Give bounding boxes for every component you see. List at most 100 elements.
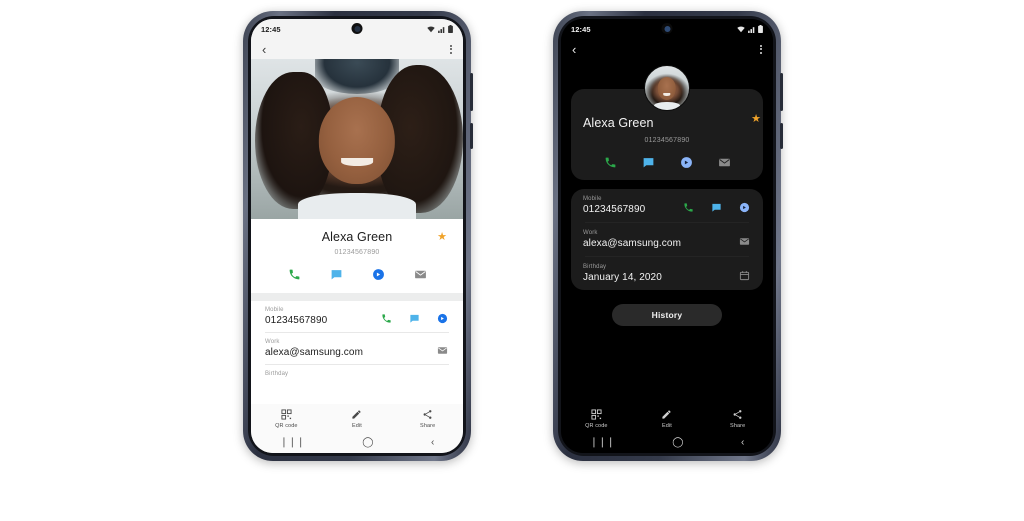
detail-value: 01234567890 [583, 204, 646, 215]
toolbar-qr-code[interactable]: QR code [574, 409, 618, 429]
message-action-icon[interactable] [641, 155, 655, 169]
side-button-volume[interactable] [780, 73, 783, 111]
front-camera-icon [661, 23, 673, 34]
battery-icon [758, 25, 763, 33]
detail-label: Mobile [265, 307, 284, 313]
dark-content: Alexa Green ★ 01234567890 Mobile 0123456… [561, 65, 773, 326]
call-action-icon[interactable] [287, 267, 301, 281]
more-options-icon[interactable] [760, 44, 762, 54]
video-call-action-icon[interactable] [371, 267, 385, 281]
quick-actions [583, 155, 751, 169]
detail-label: Work [265, 339, 280, 345]
status-bar: 12:45 [561, 19, 773, 39]
history-button[interactable]: History [611, 304, 723, 326]
calendar-icon[interactable] [737, 268, 751, 282]
detail-row-work-email[interactable]: Work alexa@samsung.com [251, 333, 463, 364]
front-camera-icon [351, 23, 363, 34]
scene: 12:45 ‹ Alexa Green ★ 01234567890 Mobile… [0, 0, 1024, 521]
call-action-icon[interactable] [603, 155, 617, 169]
recents-button[interactable]: ❘❘❘ [280, 438, 305, 448]
message-icon[interactable] [709, 200, 723, 214]
contact-toolbar: QR code Edit Share [561, 404, 773, 433]
wifi-icon [737, 26, 745, 32]
toolbar-label: QR code [585, 423, 608, 429]
home-button[interactable]: ◯ [362, 438, 373, 448]
bottom-bar: QR code Edit Share ❘❘❘ ◯ ‹ [251, 404, 463, 453]
app-bar: ‹ [251, 39, 463, 59]
contact-number: 01234567890 [644, 137, 690, 144]
toolbar-label: Edit [352, 423, 362, 429]
detail-label: Birthday [583, 264, 607, 270]
call-icon[interactable] [379, 311, 393, 325]
status-icons [737, 25, 763, 33]
dark-phone-screen: 12:45 ‹ Alexa Green ★ 01234567890 Mobile… [561, 19, 773, 453]
email-action-icon[interactable] [717, 155, 731, 169]
wifi-icon [427, 26, 435, 32]
side-button-power[interactable] [780, 123, 783, 149]
share-icon [733, 410, 742, 419]
toolbar-label: Share [420, 423, 436, 429]
side-button-volume[interactable] [470, 73, 473, 111]
home-button[interactable]: ◯ [672, 438, 683, 448]
favorite-star-icon[interactable]: ★ [437, 231, 447, 243]
recents-button[interactable]: ❘❘❘ [590, 438, 615, 448]
contact-summary-card: Alexa Green ★ 01234567890 [251, 219, 463, 293]
side-button-power[interactable] [470, 123, 473, 149]
detail-label: Work [583, 230, 598, 236]
message-action-icon[interactable] [329, 267, 343, 281]
contact-photo [251, 59, 463, 219]
contact-number: 01234567890 [334, 249, 380, 256]
toolbar-label: QR code [275, 423, 298, 429]
share-icon [423, 410, 432, 419]
bottom-bar: QR code Edit Share ❘❘❘ ◯ ‹ [561, 404, 773, 453]
light-phone-screen: 12:45 ‹ Alexa Green ★ 01234567890 Mobile… [251, 19, 463, 453]
back-button[interactable]: ‹ [741, 438, 744, 448]
detail-row-work-email[interactable]: Work alexa@samsung.com [571, 223, 763, 256]
email-icon[interactable] [737, 234, 751, 248]
favorite-star-icon[interactable]: ★ [751, 114, 761, 125]
call-icon[interactable] [681, 200, 695, 214]
contact-name: Alexa Green [583, 116, 654, 130]
toolbar-share[interactable]: Share [406, 409, 450, 429]
email-icon[interactable] [435, 343, 449, 357]
status-time: 12:45 [571, 24, 591, 34]
toolbar-edit[interactable]: Edit [645, 409, 689, 429]
toolbar-qr-code[interactable]: QR code [264, 409, 308, 429]
toolbar-share[interactable]: Share [716, 409, 760, 429]
android-nav-bar: ❘❘❘ ◯ ‹ [561, 433, 773, 453]
pencil-icon [352, 410, 362, 419]
detail-value: 01234567890 [265, 315, 328, 326]
detail-value: alexa@samsung.com [265, 347, 364, 358]
video-call-action-icon[interactable] [679, 155, 693, 169]
back-arrow-icon[interactable]: ‹ [572, 43, 576, 56]
dark-phone: 12:45 ‹ Alexa Green ★ 01234567890 Mobile… [553, 11, 783, 461]
back-arrow-icon[interactable]: ‹ [262, 43, 266, 56]
qr-code-icon [591, 409, 602, 420]
battery-icon [448, 25, 453, 33]
video-call-icon[interactable] [737, 200, 751, 214]
contact-details-list: Mobile 01234567890 Work alexa@samsung.co… [571, 189, 763, 290]
detail-label: Birthday [265, 371, 289, 377]
qr-code-icon [281, 409, 292, 420]
contact-toolbar: QR code Edit Share [251, 404, 463, 433]
contact-name-row: Alexa Green ★ [583, 114, 761, 132]
detail-value: alexa@samsung.com [583, 238, 682, 249]
section-divider [251, 293, 463, 301]
video-call-icon[interactable] [435, 311, 449, 325]
detail-row-birthday[interactable]: Birthday [251, 365, 463, 383]
pencil-icon [662, 410, 672, 419]
detail-row-mobile[interactable]: Mobile 01234567890 [251, 301, 463, 332]
detail-row-birthday[interactable]: Birthday January 14, 2020 [571, 257, 763, 290]
email-action-icon[interactable] [413, 267, 427, 281]
status-time: 12:45 [261, 24, 281, 34]
detail-value: January 14, 2020 [583, 272, 662, 283]
android-nav-bar: ❘❘❘ ◯ ‹ [251, 433, 463, 453]
back-button[interactable]: ‹ [431, 438, 434, 448]
contact-avatar[interactable] [644, 65, 690, 111]
contact-details-list: Mobile 01234567890 Work alexa@samsung.co… [251, 301, 463, 383]
toolbar-label: Edit [662, 423, 672, 429]
detail-row-mobile[interactable]: Mobile 01234567890 [571, 189, 763, 222]
message-icon[interactable] [407, 311, 421, 325]
more-options-icon[interactable] [450, 44, 452, 54]
toolbar-edit[interactable]: Edit [335, 409, 379, 429]
